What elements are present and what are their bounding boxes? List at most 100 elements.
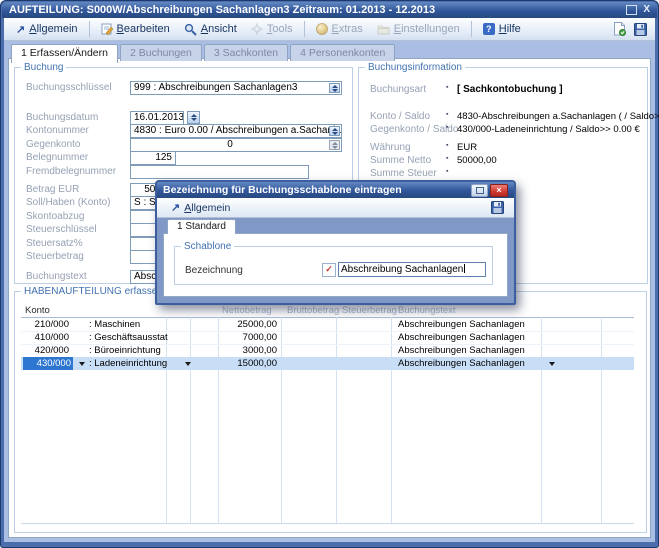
tab-buchungen[interactable]: 2 Buchungen bbox=[120, 44, 202, 61]
main-toolbar: ↗ Allgemein Bearbeiten Ansicht Tools Ext… bbox=[4, 18, 655, 41]
kontonummer-combo[interactable]: 4830 : Euro 0.00 / Abschreibungen a.Sach… bbox=[130, 124, 342, 138]
tab-erfassen-aendern[interactable]: 1 Erfassen/Ändern bbox=[11, 44, 118, 63]
konto-cell-editing[interactable]: 430/000 bbox=[23, 357, 73, 370]
kontoname-cell[interactable]: : Ladeneinrichtung bbox=[89, 357, 167, 370]
toolbar-separator bbox=[471, 21, 472, 37]
info-row: Buchungsart ▪ [ Sachkontobuchung ] bbox=[370, 83, 643, 96]
dialog-toolbar: ↗ Allgemein bbox=[157, 198, 514, 218]
habenaufteilung-group: HABENAUFTEILUNG erfassen Konto Nettobetr… bbox=[14, 286, 647, 533]
dialog-body: 1 Standard Schablone Bezeichnung ✓ Absch… bbox=[157, 217, 514, 303]
table-header-konto[interactable]: Konto bbox=[25, 305, 50, 316]
field-kontonummer: Kontonummer 4830 : Euro 0.00 / Abschreib… bbox=[26, 124, 346, 138]
belegnummer-input[interactable]: 125 bbox=[130, 151, 176, 165]
info-row: Währung ▪ EUR bbox=[370, 141, 643, 154]
tab-sachkonten[interactable]: 3 Sachkonten bbox=[204, 44, 288, 61]
save-icon[interactable] bbox=[491, 201, 504, 214]
dialog-titlebar[interactable]: Bezeichnung für Buchungsschablone eintra… bbox=[157, 182, 514, 198]
magnifier-icon bbox=[184, 23, 197, 36]
tab-personenkonten[interactable]: 4 Personenkonten bbox=[290, 44, 395, 61]
info-row: Summe Netto ▪ 50000,00 bbox=[370, 154, 643, 167]
menu-bearbeiten[interactable]: Bearbeiten bbox=[95, 21, 176, 37]
konto-cell[interactable]: 420/000 bbox=[25, 344, 69, 357]
fremdbelegnummer-input[interactable] bbox=[130, 165, 309, 179]
nettobetrag-cell[interactable]: 25000,00 bbox=[195, 318, 277, 331]
buchungsinformation-legend: Buchungsinformation bbox=[365, 62, 465, 73]
bullet-icon: ▪ bbox=[446, 142, 448, 149]
field-label: Gegenkonto bbox=[26, 139, 81, 150]
edit-check-icon[interactable]: ✓ bbox=[322, 263, 336, 277]
spinner-icon[interactable] bbox=[329, 83, 340, 93]
buchungstext-cell[interactable]: Abschreibungen Sachanlagen bbox=[398, 357, 525, 370]
table-row-selected[interactable]: 430/000 : Ladeneinrichtung 15000,00 Absc… bbox=[21, 357, 634, 370]
field-label: Steuerbetrag bbox=[26, 251, 84, 262]
table-header-nettobetrag[interactable]: Nettobetrag bbox=[222, 305, 272, 316]
save-icon[interactable] bbox=[634, 23, 647, 36]
field-gegenkonto: Gegenkonto 0 bbox=[26, 138, 346, 152]
close-icon[interactable]: × bbox=[490, 184, 508, 197]
restore-icon[interactable] bbox=[626, 5, 637, 15]
field-buchungsdatum: Buchungsdatum 16.01.2013 /Mi bbox=[26, 111, 346, 125]
field-label: Steuersatz% bbox=[26, 238, 83, 249]
dropdown-arrow-icon[interactable] bbox=[79, 362, 85, 366]
buchungsdatum-input[interactable]: 16.01.2013 /Mi bbox=[130, 111, 184, 125]
bullet-icon: ▪ bbox=[446, 168, 448, 175]
table-header-buchungstext[interactable]: Buchungstext bbox=[398, 305, 456, 316]
menu-einstellungen[interactable]: Einstellungen bbox=[371, 21, 466, 37]
gegenkonto-combo[interactable]: 0 bbox=[130, 138, 342, 152]
konto-cell[interactable]: 410/000 bbox=[25, 331, 69, 344]
bullet-icon: ▪ bbox=[446, 111, 448, 118]
buchungstext-cell[interactable]: Abschreibungen Sachanlagen bbox=[398, 318, 525, 331]
kontoname-cell[interactable]: : Geschäftsausstat bbox=[89, 331, 168, 344]
bullet-icon: ▪ bbox=[446, 124, 448, 131]
close-icon[interactable]: X bbox=[643, 5, 650, 15]
field-label: Betrag EUR bbox=[26, 184, 79, 195]
field-label: Kontonummer bbox=[26, 125, 89, 136]
date-spinner-icon[interactable] bbox=[187, 111, 200, 124]
nettobetrag-cell[interactable]: 15000,00 bbox=[195, 357, 277, 370]
dialog-panel: Schablone Bezeichnung ✓ Abschreibung Sac… bbox=[163, 233, 508, 297]
table-header-steuerbetrag[interactable]: Steuerbetrag bbox=[342, 305, 397, 316]
toolbar-separator bbox=[304, 21, 305, 37]
nettobetrag-cell[interactable]: 7000,00 bbox=[195, 331, 277, 344]
table-row[interactable]: 420/000 : Büroeinrichtung 3000,00 Abschr… bbox=[21, 344, 634, 358]
spinner-icon[interactable] bbox=[329, 126, 340, 136]
konto-cell[interactable]: 210/000 bbox=[25, 318, 69, 331]
menu-hilfe[interactable]: ? Hilfe bbox=[477, 21, 527, 37]
schablone-group: Schablone Bezeichnung ✓ Abschreibung Sac… bbox=[174, 241, 493, 285]
dialog-tab-standard[interactable]: 1 Standard bbox=[167, 219, 236, 234]
nav-arrow-icon: ↗ bbox=[16, 23, 25, 36]
nettobetrag-cell[interactable]: 3000,00 bbox=[195, 344, 277, 357]
spinner-icon[interactable] bbox=[329, 140, 340, 150]
field-label: Soll/Haben (Konto) bbox=[26, 197, 111, 208]
buchungstext-cell[interactable]: Abschreibungen Sachanlagen bbox=[398, 331, 525, 344]
menu-allgemein[interactable]: ↗ Allgemein bbox=[10, 21, 84, 38]
info-row: Gegenkonto / Saldo ▪ 430/000-Ladeneinric… bbox=[370, 123, 643, 136]
buchungsschablone-dialog: Bezeichnung für Buchungsschablone eintra… bbox=[155, 180, 516, 305]
field-label: Skontoabzug bbox=[26, 211, 84, 222]
menu-extras[interactable]: Extras bbox=[310, 21, 369, 37]
minimize-icon[interactable] bbox=[471, 184, 488, 197]
table-header-bruttobetrag[interactable]: Bruttobetrag bbox=[287, 305, 339, 316]
tab-strip: 1 Erfassen/Ändern2 Buchungen3 Sachkonten… bbox=[11, 43, 397, 63]
bezeichnung-input[interactable]: Abschreibung Sachanlagen bbox=[338, 262, 486, 277]
buchungsschluessel-combo[interactable]: 999 : Abschreibungen Sachanlagen3 bbox=[130, 81, 342, 95]
field-label: Buchungsschlüssel bbox=[26, 82, 112, 93]
table-row[interactable]: 210/000 : Maschinen 25000,00 Abschreibun… bbox=[21, 318, 634, 332]
dialog-menu-allgemein[interactable]: ↗ Allgemein bbox=[165, 199, 236, 216]
edit-note-icon bbox=[101, 23, 113, 35]
field-buchungsschluessel: Buchungsschlüssel 999 : Abschreibungen S… bbox=[26, 81, 346, 95]
window-titlebar[interactable]: AUFTEILUNG: S000W/Abschreibungen Sachanl… bbox=[2, 2, 657, 18]
dropdown-arrow-icon[interactable] bbox=[185, 362, 191, 366]
table-row[interactable]: 410/000 : Geschäftsausstat 7000,00 Absch… bbox=[21, 331, 634, 345]
buchungstext-cell[interactable]: Abschreibungen Sachanlagen bbox=[398, 344, 525, 357]
dropdown-arrow-icon[interactable] bbox=[549, 362, 555, 366]
field-fremdbelegnummer: Fremdbelegnummer bbox=[26, 165, 346, 179]
bullet-icon: ▪ bbox=[446, 155, 448, 162]
kontoname-cell[interactable]: : Büroeinrichtung bbox=[89, 344, 161, 357]
kontoname-cell[interactable]: : Maschinen bbox=[89, 318, 140, 331]
new-document-icon[interactable] bbox=[613, 22, 626, 36]
toolbar-separator bbox=[89, 21, 90, 37]
menu-tools[interactable]: Tools bbox=[245, 21, 299, 37]
bullet-icon: ▪ bbox=[446, 84, 448, 91]
menu-ansicht[interactable]: Ansicht bbox=[178, 21, 243, 38]
